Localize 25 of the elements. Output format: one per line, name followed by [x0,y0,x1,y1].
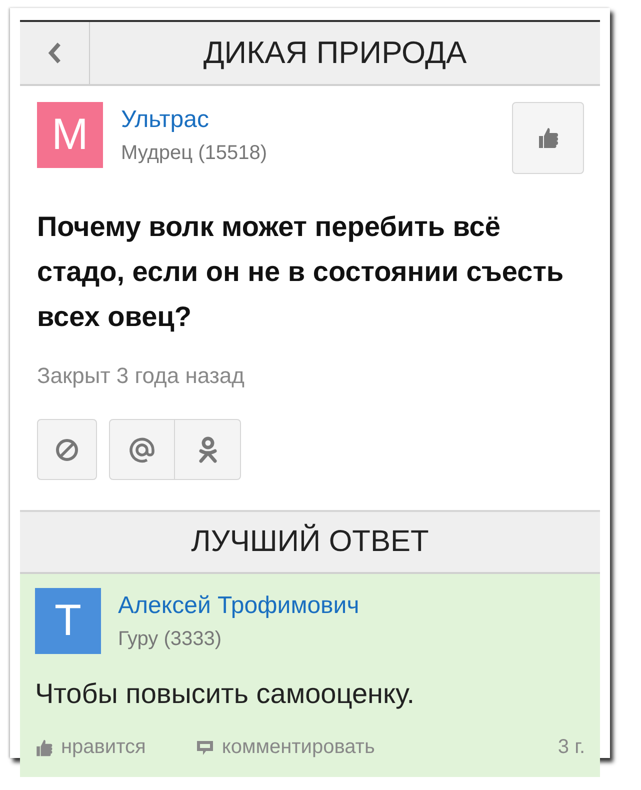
thumbs-up-icon [537,126,559,150]
answer-text: Чтобы повысить самооценку. [35,678,416,710]
at-sign-icon [128,436,156,464]
avatar[interactable]: Т [35,588,101,654]
question-text: Почему волк может перебить всё стадо, если он не в состоянии съесть всех овец? [37,210,565,334]
author-link[interactable]: Алексей Трофимович [118,592,585,620]
author-link[interactable]: Ультрас [121,106,512,134]
speech-bubble-icon [196,738,214,756]
author-rank: Гуру (3333) [118,628,223,651]
question-status: Закрыт 3 года назад [37,363,246,389]
section-heading: ЛУЧШИЙ ОТВЕТ [20,512,600,574]
like-link[interactable]: нравится [35,736,146,759]
comment-link[interactable]: комментировать [196,736,375,759]
answer-age: 3 г. [558,736,585,759]
block-button[interactable] [37,419,97,480]
chevron-left-icon [48,42,62,64]
avatar[interactable]: М [37,102,103,168]
mail-share-button[interactable] [109,419,175,480]
odnoklassniki-icon [198,436,218,464]
ok-share-button[interactable] [175,419,241,480]
prohibited-icon [55,438,79,462]
like-button[interactable] [512,102,584,174]
page-title: ДИКАЯ ПРИРОДА [202,34,468,72]
thumbs-up-icon [35,738,53,758]
author-rank: Мудрец (15518) [121,142,268,165]
